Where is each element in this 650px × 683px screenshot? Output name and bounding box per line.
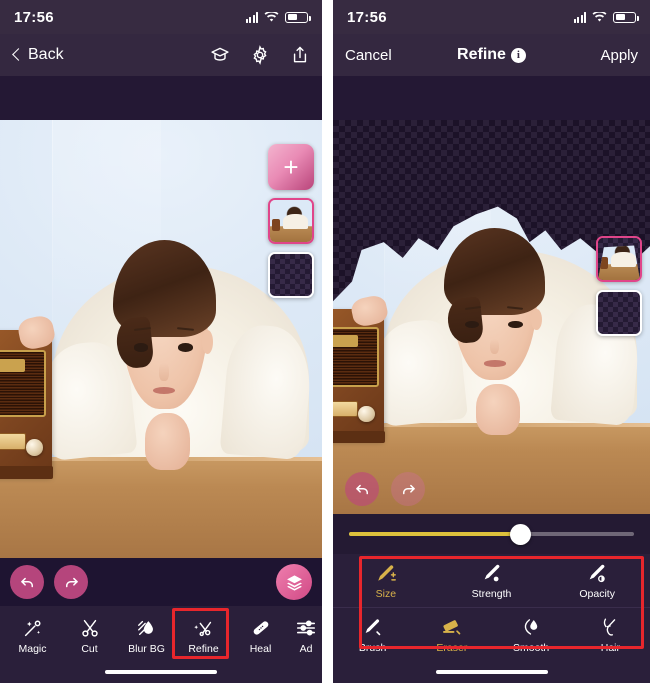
left-nav-bar: Back — [0, 34, 322, 76]
right-bottom-toolbar: Size Strength Opacity Brush Eraser Smoot… — [333, 554, 650, 661]
back-button[interactable]: Back — [12, 46, 64, 64]
tool-label: Blur BG — [128, 643, 165, 655]
plus-icon: + — [283, 152, 299, 182]
layer-thumb-transparent[interactable] — [268, 252, 314, 298]
right-canvas-actions — [345, 472, 425, 506]
undo-button[interactable] — [10, 565, 44, 599]
tool-label: Heal — [249, 643, 272, 655]
graduation-cap-icon[interactable] — [210, 45, 230, 65]
tool-brush[interactable]: Brush — [333, 608, 412, 661]
status-indicators — [573, 11, 639, 23]
home-indicator — [333, 661, 650, 683]
right-nav-bar: Cancel Refine i Apply — [333, 34, 650, 76]
left-action-bar — [0, 558, 322, 606]
tool-smooth[interactable]: Smooth — [492, 608, 571, 661]
tool-label: Cut — [81, 643, 98, 655]
redo-button[interactable] — [54, 565, 88, 599]
brush-slider-row — [333, 514, 650, 554]
left-layer-stack: + — [268, 144, 314, 298]
tool-label: Smooth — [513, 642, 550, 654]
status-bar: 17:56 — [0, 0, 322, 34]
cellular-signal-icon — [245, 11, 258, 23]
tool-label: Size — [375, 588, 397, 600]
status-time: 17:56 — [14, 8, 54, 26]
brush-mode-row: Brush Eraser Smooth Hair — [333, 607, 650, 661]
tool-label: Eraser — [436, 642, 468, 654]
tool-opacity[interactable]: Opacity — [544, 554, 650, 607]
screenshot-stage: 17:56 Back + Magic Cut Blur BG Refine He… — [0, 0, 650, 683]
tool-magic[interactable]: Magic — [4, 610, 61, 661]
undo-button[interactable] — [345, 472, 379, 506]
tool-cut[interactable]: Cut — [61, 610, 118, 661]
layers-button[interactable] — [276, 564, 312, 600]
apply-button[interactable]: Apply — [600, 47, 638, 64]
chevron-left-icon — [12, 48, 21, 63]
info-icon[interactable]: i — [510, 47, 526, 63]
home-indicator — [0, 661, 322, 683]
add-layer-button[interactable]: + — [268, 144, 314, 190]
left-spacer-strip — [0, 76, 322, 120]
tool-refine[interactable]: Refine — [175, 610, 232, 661]
share-icon[interactable] — [290, 45, 310, 65]
tool-label: Brush — [358, 642, 387, 654]
layer-thumb-transparent[interactable] — [596, 290, 642, 336]
back-label: Back — [28, 46, 64, 63]
right-layer-stack — [596, 236, 642, 336]
wifi-icon — [264, 11, 279, 23]
gear-icon[interactable] — [250, 45, 270, 65]
nav-actions — [210, 45, 310, 65]
tool-label: Strength — [471, 588, 512, 600]
tool-hair[interactable]: Hair — [571, 608, 650, 661]
tool-label: Magic — [18, 643, 47, 655]
tool-eraser[interactable]: Eraser — [412, 608, 491, 661]
left-toolbar-row: Magic Cut Blur BG Refine Heal Ad — [4, 610, 318, 661]
tool-label: Hair — [600, 642, 620, 654]
left-bottom-toolbar: Magic Cut Blur BG Refine Heal Ad — [0, 606, 322, 661]
layer-thumb-photo[interactable] — [596, 236, 642, 282]
status-indicators — [245, 11, 311, 23]
slider-thumb[interactable] — [509, 523, 531, 545]
redo-button[interactable] — [391, 472, 425, 506]
tool-strength[interactable]: Strength — [439, 554, 545, 607]
brush-params-row: Size Strength Opacity — [333, 554, 650, 607]
tool-label: Opacity — [579, 588, 615, 600]
left-phone-screen: 17:56 Back + Magic Cut Blur BG Refine He… — [0, 0, 322, 683]
tool-blur-bg[interactable]: Blur BG — [118, 610, 175, 661]
status-bar: 17:56 — [333, 0, 650, 34]
battery-icon — [613, 11, 639, 23]
right-phone-screen: 17:56 Cancel Refine i Apply Size Strengt… — [333, 0, 650, 683]
tool-size[interactable]: Size — [333, 554, 439, 607]
layer-thumb-photo[interactable] — [268, 198, 314, 244]
brush-size-slider[interactable] — [349, 523, 634, 545]
cellular-signal-icon — [573, 11, 586, 23]
tool-label: Ad — [299, 643, 313, 655]
right-spacer-strip — [333, 76, 650, 120]
tool-adjust[interactable]: Ad — [289, 610, 322, 661]
cancel-button[interactable]: Cancel — [345, 47, 392, 64]
left-canvas[interactable]: + — [0, 120, 322, 558]
tool-heal[interactable]: Heal — [232, 610, 289, 661]
tool-label: Refine — [188, 643, 219, 655]
right-canvas[interactable] — [333, 120, 650, 514]
status-time: 17:56 — [347, 8, 387, 26]
title-text: Refine — [457, 46, 506, 63]
battery-icon — [285, 11, 311, 23]
wifi-icon — [592, 11, 607, 23]
